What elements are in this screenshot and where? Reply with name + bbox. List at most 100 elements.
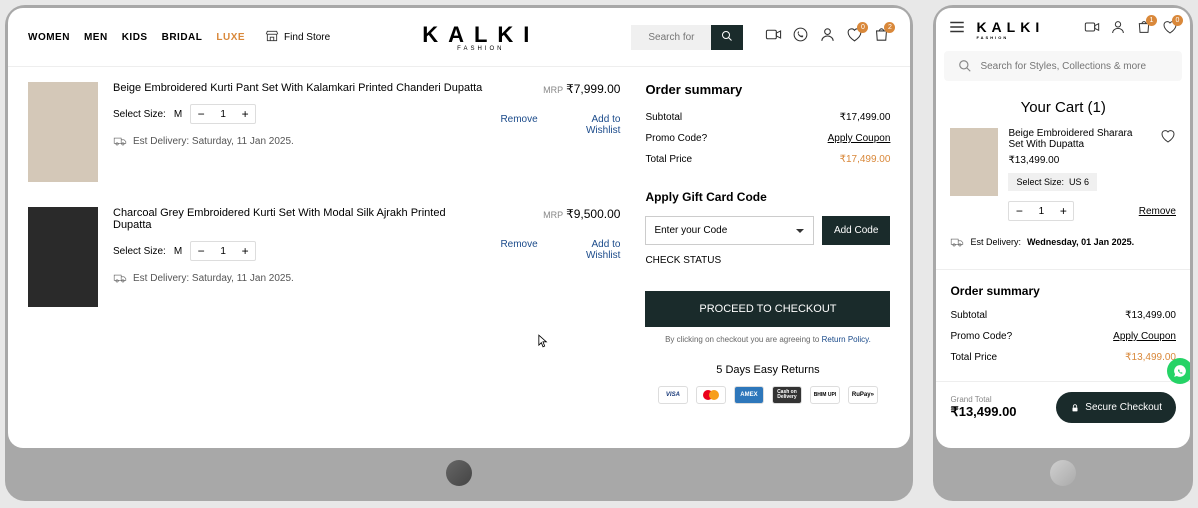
item-details: Beige Embroidered Kurti Pant Set With Ka… <box>113 82 485 182</box>
check-status-link[interactable]: CHECK STATUS <box>645 255 890 266</box>
summary-title: Order summary <box>950 284 1176 298</box>
wishlist-heart-icon[interactable] <box>1160 128 1176 149</box>
hamburger-icon[interactable] <box>948 18 966 41</box>
wishlist-icon[interactable]: 0 <box>1162 19 1178 40</box>
remove-button[interactable]: Remove <box>500 239 537 261</box>
desktop-device: WOMEN MEN KIDS BRIDAL LUXE Find Store KA… <box>5 5 913 501</box>
main-nav: WOMEN MEN KIDS BRIDAL LUXE <box>28 32 245 43</box>
chevron-down-icon <box>795 226 805 236</box>
qty-plus-button[interactable]: + <box>235 105 255 123</box>
mobile-header: KALKIFASHION 1 0 <box>936 8 1190 51</box>
promo-label: Promo Code? <box>645 133 707 144</box>
size-qty-row: Select Size: M − + <box>113 241 485 261</box>
search-button[interactable] <box>711 25 743 50</box>
remove-button[interactable]: Remove <box>1139 206 1176 217</box>
delivery-text: Est Delivery: Saturday, 11 Jan 2025. <box>133 136 294 147</box>
size-selector[interactable]: Select Size:US 6 <box>1008 173 1097 191</box>
apply-coupon-link[interactable]: Apply Coupon <box>828 133 891 144</box>
item-image[interactable] <box>950 128 998 196</box>
size-value[interactable]: M <box>174 246 182 257</box>
subtotal-label: Subtotal <box>645 112 682 123</box>
qty-input[interactable] <box>1029 206 1053 217</box>
delivery-text: Est Delivery: Saturday, 11 Jan 2025. <box>133 273 294 284</box>
qty-remove-row: − + Remove <box>936 201 1190 221</box>
wishlist-icon[interactable]: 0 <box>846 26 863 48</box>
cart-icon[interactable]: 2 <box>873 26 890 48</box>
qty-minus-button[interactable]: − <box>1009 202 1029 220</box>
desktop-device-footer <box>8 448 910 498</box>
truck-icon <box>950 235 964 249</box>
nav-bridal[interactable]: BRIDAL <box>162 32 203 43</box>
logo[interactable]: KALKI FASHION <box>342 22 619 52</box>
mobile-search-input[interactable] <box>980 61 1168 72</box>
apply-coupon-link[interactable]: Apply Coupon <box>1113 331 1176 342</box>
total-value: ₹17,499.00 <box>840 154 891 165</box>
return-policy-link[interactable]: Return Policy. <box>822 335 871 344</box>
add-wishlist-button[interactable]: Add to Wishlist <box>558 239 621 261</box>
summary-subtotal-row: Subtotal₹17,499.00 <box>645 112 890 123</box>
logo-main: KALKI <box>976 19 1044 35</box>
qty-plus-button[interactable]: + <box>235 242 255 260</box>
video-icon[interactable] <box>765 26 782 48</box>
size-label: Select Size: <box>1016 177 1064 187</box>
nav-women[interactable]: WOMEN <box>28 32 70 43</box>
header-icons: 0 2 <box>765 26 890 48</box>
size-label: Select Size: <box>113 246 166 257</box>
wishlist-badge: 0 <box>857 22 868 33</box>
size-value[interactable]: M <box>174 109 182 120</box>
nav-luxe[interactable]: LUXE <box>216 32 245 43</box>
mobile-order-summary: Order summary Subtotal₹13,499.00 Promo C… <box>936 276 1190 381</box>
mobile-logo[interactable]: KALKIFASHION <box>976 19 1074 40</box>
logo-main: KALKI <box>422 22 539 47</box>
item-details: Charcoal Grey Embroidered Kurti Set With… <box>113 207 485 307</box>
account-icon[interactable] <box>1110 19 1126 40</box>
mrp-label: MRP <box>543 85 563 95</box>
delivery-row: Est Delivery: Saturday, 11 Jan 2025. <box>113 271 485 285</box>
find-store-link[interactable]: Find Store <box>265 29 330 46</box>
find-store-text: Find Store <box>284 32 330 43</box>
checkout-label: Secure Checkout <box>1085 402 1162 413</box>
item-actions: Remove Add to Wishlist <box>500 239 620 261</box>
grand-total-label: Grand Total <box>950 395 1016 404</box>
rupay-icon: RuPay» <box>848 386 878 404</box>
video-icon[interactable] <box>1084 19 1100 40</box>
mobile-search-box[interactable] <box>944 51 1182 81</box>
quantity-stepper: − + <box>1008 201 1074 221</box>
qty-minus-button[interactable]: − <box>191 242 211 260</box>
mobile-screen: KALKIFASHION 1 0 Your Cart (1) Beige Emb… <box>936 8 1190 448</box>
add-wishlist-button[interactable]: Add to Wishlist <box>558 114 621 136</box>
gift-placeholder: Enter your Code <box>654 225 727 236</box>
cart-icon[interactable]: 1 <box>1136 19 1152 40</box>
qty-input[interactable] <box>211 246 235 257</box>
secure-checkout-button[interactable]: Secure Checkout <box>1056 392 1176 423</box>
search-input[interactable] <box>631 25 711 50</box>
gift-card-title: Apply Gift Card Code <box>645 190 890 204</box>
qty-plus-button[interactable]: + <box>1053 202 1073 220</box>
total-label: Total Price <box>950 352 997 363</box>
search-box <box>631 25 743 50</box>
checkout-button[interactable]: PROCEED TO CHECKOUT <box>645 291 890 327</box>
whatsapp-floating-button[interactable] <box>1167 358 1190 384</box>
cart-item: Beige Embroidered Kurti Pant Set With Ka… <box>28 82 620 182</box>
size-label: Select Size: <box>113 109 166 120</box>
delivery-label: Est Delivery: <box>970 237 1021 247</box>
item-image[interactable] <box>28 207 98 307</box>
promo-label: Promo Code? <box>950 331 1012 342</box>
nav-men[interactable]: MEN <box>84 32 108 43</box>
logo-sub: FASHION <box>342 46 619 52</box>
item-image[interactable] <box>28 82 98 182</box>
mobile-device-footer <box>936 448 1190 498</box>
size-qty-row: Select Size: M − + <box>113 104 485 124</box>
account-icon[interactable] <box>819 26 836 48</box>
gift-code-select[interactable]: Enter your Code <box>645 216 814 245</box>
qty-input[interactable] <box>211 109 235 120</box>
qty-minus-button[interactable]: − <box>191 105 211 123</box>
remove-button[interactable]: Remove <box>500 114 537 136</box>
item-right: MRP₹9,500.00 Remove Add to Wishlist <box>500 207 620 307</box>
order-summary-column: Order summary Subtotal₹17,499.00 Promo C… <box>645 82 890 404</box>
add-code-button[interactable]: Add Code <box>822 216 890 245</box>
nav-kids[interactable]: KIDS <box>122 32 148 43</box>
summary-promo-row: Promo Code? Apply Coupon <box>950 331 1176 342</box>
whatsapp-icon[interactable] <box>792 26 809 48</box>
gift-card-row: Enter your Code Add Code <box>645 216 890 245</box>
